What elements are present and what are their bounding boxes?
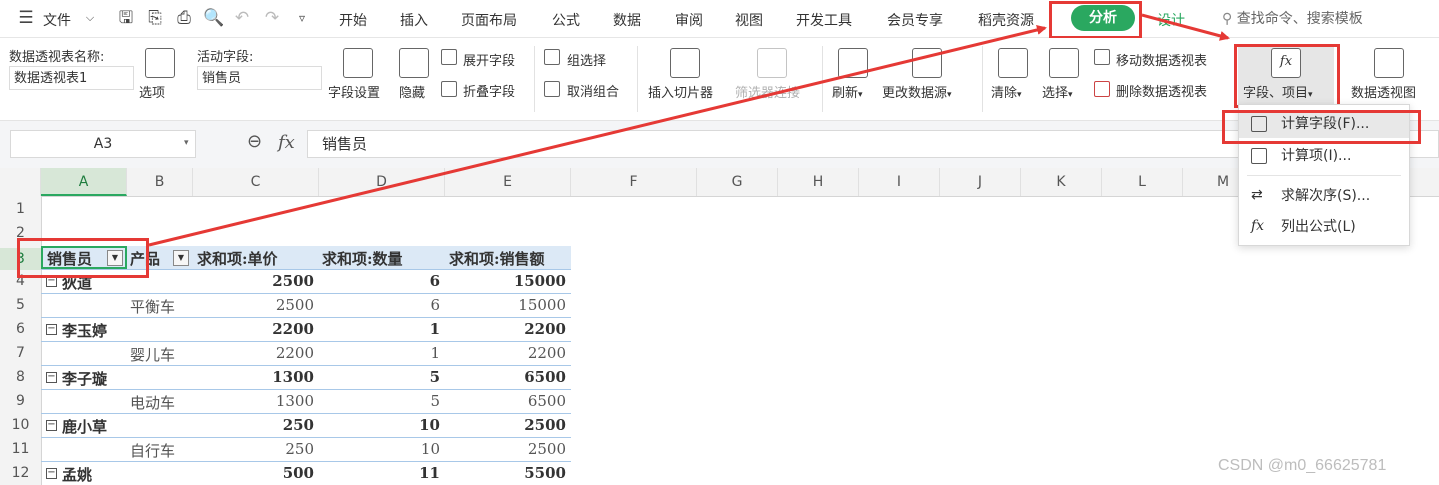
arrow-to-analyze-tab bbox=[148, 25, 1047, 247]
annotation-arrows bbox=[148, 13, 1230, 247]
arrow-to-fields-items bbox=[1141, 13, 1230, 41]
watermark: CSDN @m0_66625781 bbox=[1218, 457, 1387, 474]
